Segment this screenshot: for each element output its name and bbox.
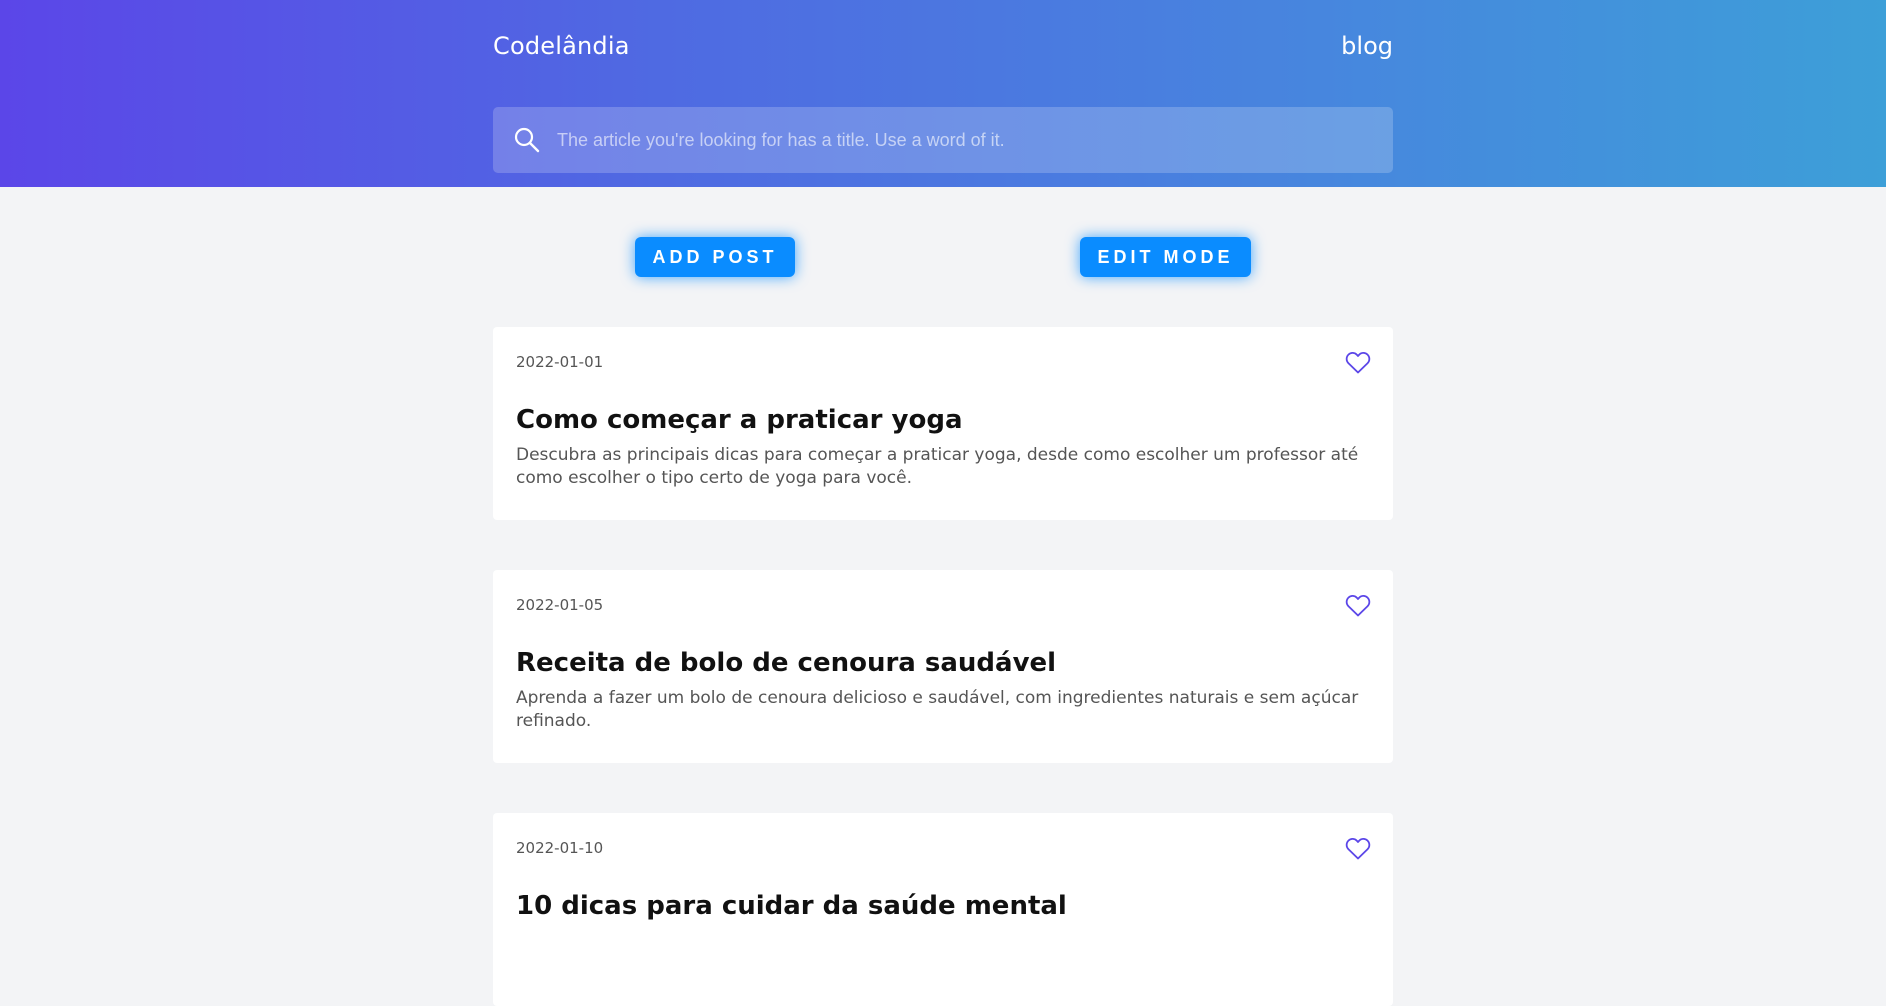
search-icon [514,127,540,153]
post-date: 2022-01-05 [516,596,604,614]
post-description: Descubra as principais dicas para começa… [516,445,1359,488]
post-title[interactable]: Receita de bolo de cenoura saudável [516,648,1056,678]
edit-mode-button[interactable]: EDIT MODE [1080,237,1251,277]
heart-outline-icon[interactable] [1345,594,1371,618]
nav-link-blog[interactable]: blog [1341,32,1393,60]
search-bar [493,107,1393,173]
post-date: 2022-01-01 [516,353,604,371]
post-card[interactable]: 2022-01-05 Receita de bolo de cenoura sa… [493,570,1393,763]
site-header: Codelândia blog [0,0,1886,187]
post-title[interactable]: Como começar a praticar yoga [516,405,963,435]
brand-logo[interactable]: Codelândia [493,32,630,60]
heart-outline-icon[interactable] [1345,837,1371,861]
search-input[interactable] [557,107,1377,173]
add-post-button[interactable]: ADD POST [635,237,795,277]
post-card[interactable]: 2022-01-10 10 dicas para cuidar da saúde… [493,813,1393,1006]
post-title[interactable]: 10 dicas para cuidar da saúde mental [516,891,1067,921]
post-description: Aprenda a fazer um bolo de cenoura delic… [516,688,1359,731]
post-date: 2022-01-10 [516,839,604,857]
header-container: Codelândia blog [493,0,1393,187]
post-card[interactable]: 2022-01-01 Como começar a praticar yoga … [493,327,1393,520]
heart-outline-icon[interactable] [1345,351,1371,375]
